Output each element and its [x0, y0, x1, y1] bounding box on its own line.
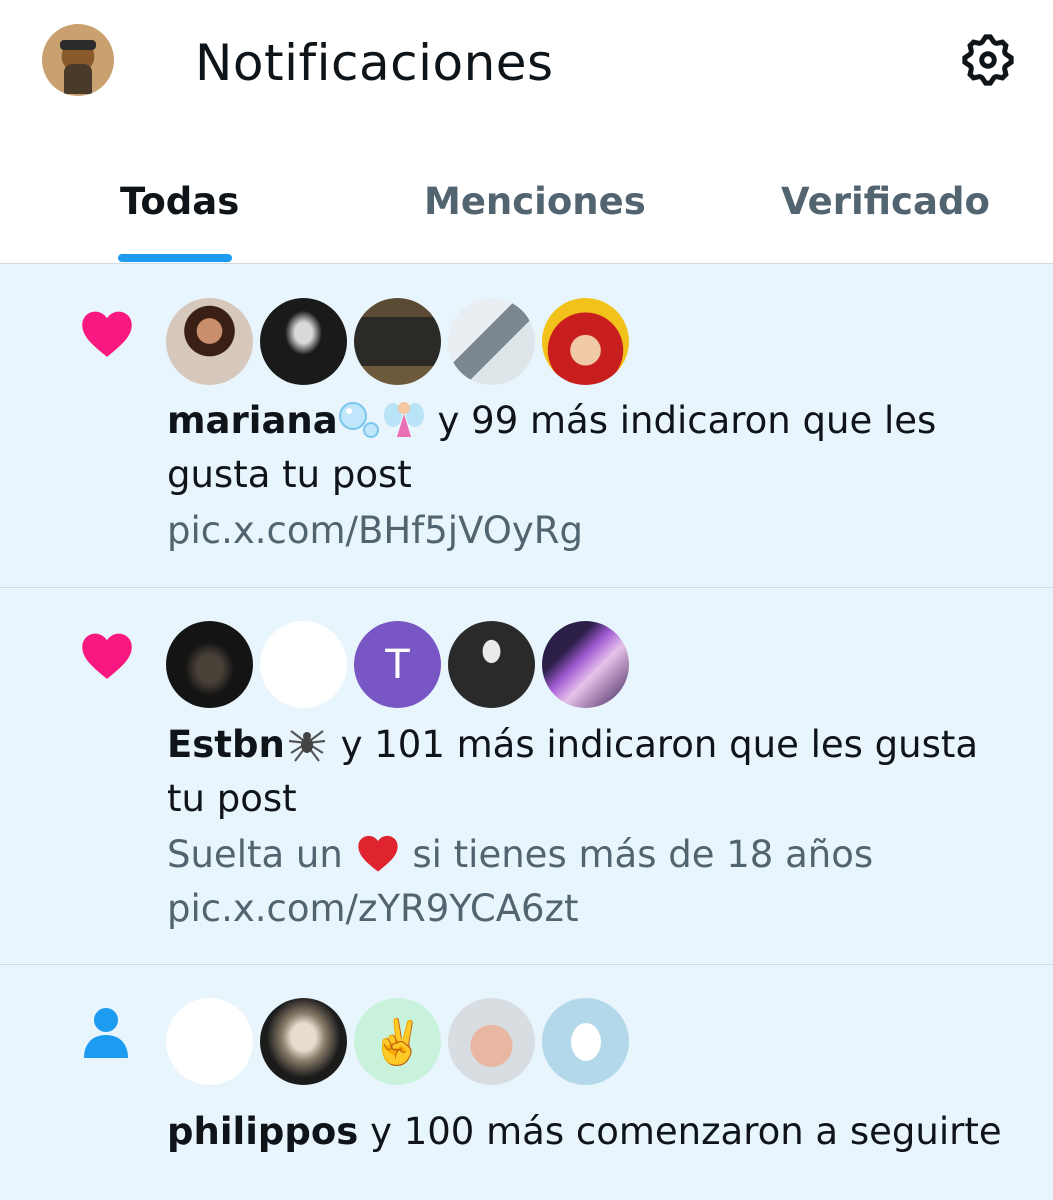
- user-name[interactable]: mariana: [167, 399, 338, 442]
- egg-icon: [570, 1022, 601, 1061]
- notification-item[interactable]: ✌️ philippos y 100 más comenzaron a segu…: [0, 964, 1053, 1200]
- avatar[interactable]: ✌️: [354, 998, 441, 1085]
- avatar[interactable]: [354, 298, 441, 385]
- fairy-emoji: [382, 399, 426, 439]
- red-heart-emoji: [357, 835, 398, 872]
- person-icon: [84, 1008, 128, 1058]
- post-preview[interactable]: Suelta un si tienes más de 18 años: [167, 828, 1027, 882]
- post-link[interactable]: pic.x.com/zYR9YCA6zt: [167, 882, 1027, 936]
- header: Notificaciones: [0, 0, 1053, 130]
- tab-verificado[interactable]: Verificado: [781, 180, 990, 223]
- victory-hand-emoji: ✌️: [370, 1016, 425, 1068]
- notification-text: philippos y 100 más comenzaron a seguirt…: [167, 1105, 1027, 1159]
- liker-avatars: T: [166, 621, 636, 709]
- avatar[interactable]: [260, 621, 347, 708]
- notification-tabs: Todas Menciones Verificado: [0, 150, 1053, 263]
- avatar[interactable]: [166, 621, 253, 708]
- notification-text: Estbn y 101 más indicaron que les gusta …: [167, 718, 1027, 826]
- post-text-start: Suelta un: [167, 833, 343, 876]
- avatar[interactable]: [260, 998, 347, 1085]
- notification-item[interactable]: mariana y 99 más indicaron que les gusta…: [0, 263, 1053, 587]
- avatar[interactable]: T: [354, 621, 441, 708]
- avatar[interactable]: [542, 298, 629, 385]
- avatar[interactable]: [542, 998, 629, 1085]
- tab-todas[interactable]: Todas: [120, 180, 239, 223]
- spider-emoji: [285, 723, 329, 763]
- avatar[interactable]: [260, 298, 347, 385]
- gear-icon[interactable]: [958, 30, 1018, 90]
- profile-avatar[interactable]: [42, 24, 114, 96]
- avatar[interactable]: [166, 998, 253, 1085]
- notification-item[interactable]: T Estbn y 101 más indicaron que les gust…: [0, 587, 1053, 964]
- post-preview[interactable]: pic.x.com/BHf5jVOyRg: [167, 504, 1027, 558]
- page-title: Notificaciones: [195, 34, 554, 92]
- avatar-letter: T: [385, 641, 410, 688]
- bubbles-emoji: [338, 399, 382, 439]
- follower-avatars: ✌️: [166, 998, 636, 1086]
- notification-action: y 100 más comenzaron a seguirte: [370, 1110, 1002, 1153]
- tab-menciones[interactable]: Menciones: [424, 180, 646, 223]
- liker-avatars: [166, 298, 636, 386]
- user-name[interactable]: Estbn: [167, 723, 285, 766]
- post-text-end: si tienes más de 18 años: [412, 833, 874, 876]
- heart-icon: [82, 633, 132, 679]
- avatar[interactable]: [448, 621, 535, 708]
- avatar[interactable]: [166, 298, 253, 385]
- avatar[interactable]: [448, 998, 535, 1085]
- user-name[interactable]: philippos: [167, 1110, 358, 1153]
- active-tab-indicator: [118, 254, 232, 262]
- notification-text: mariana y 99 más indicaron que les gusta…: [167, 394, 1027, 502]
- heart-icon: [82, 311, 132, 357]
- avatar[interactable]: [448, 298, 535, 385]
- avatar[interactable]: [542, 621, 629, 708]
